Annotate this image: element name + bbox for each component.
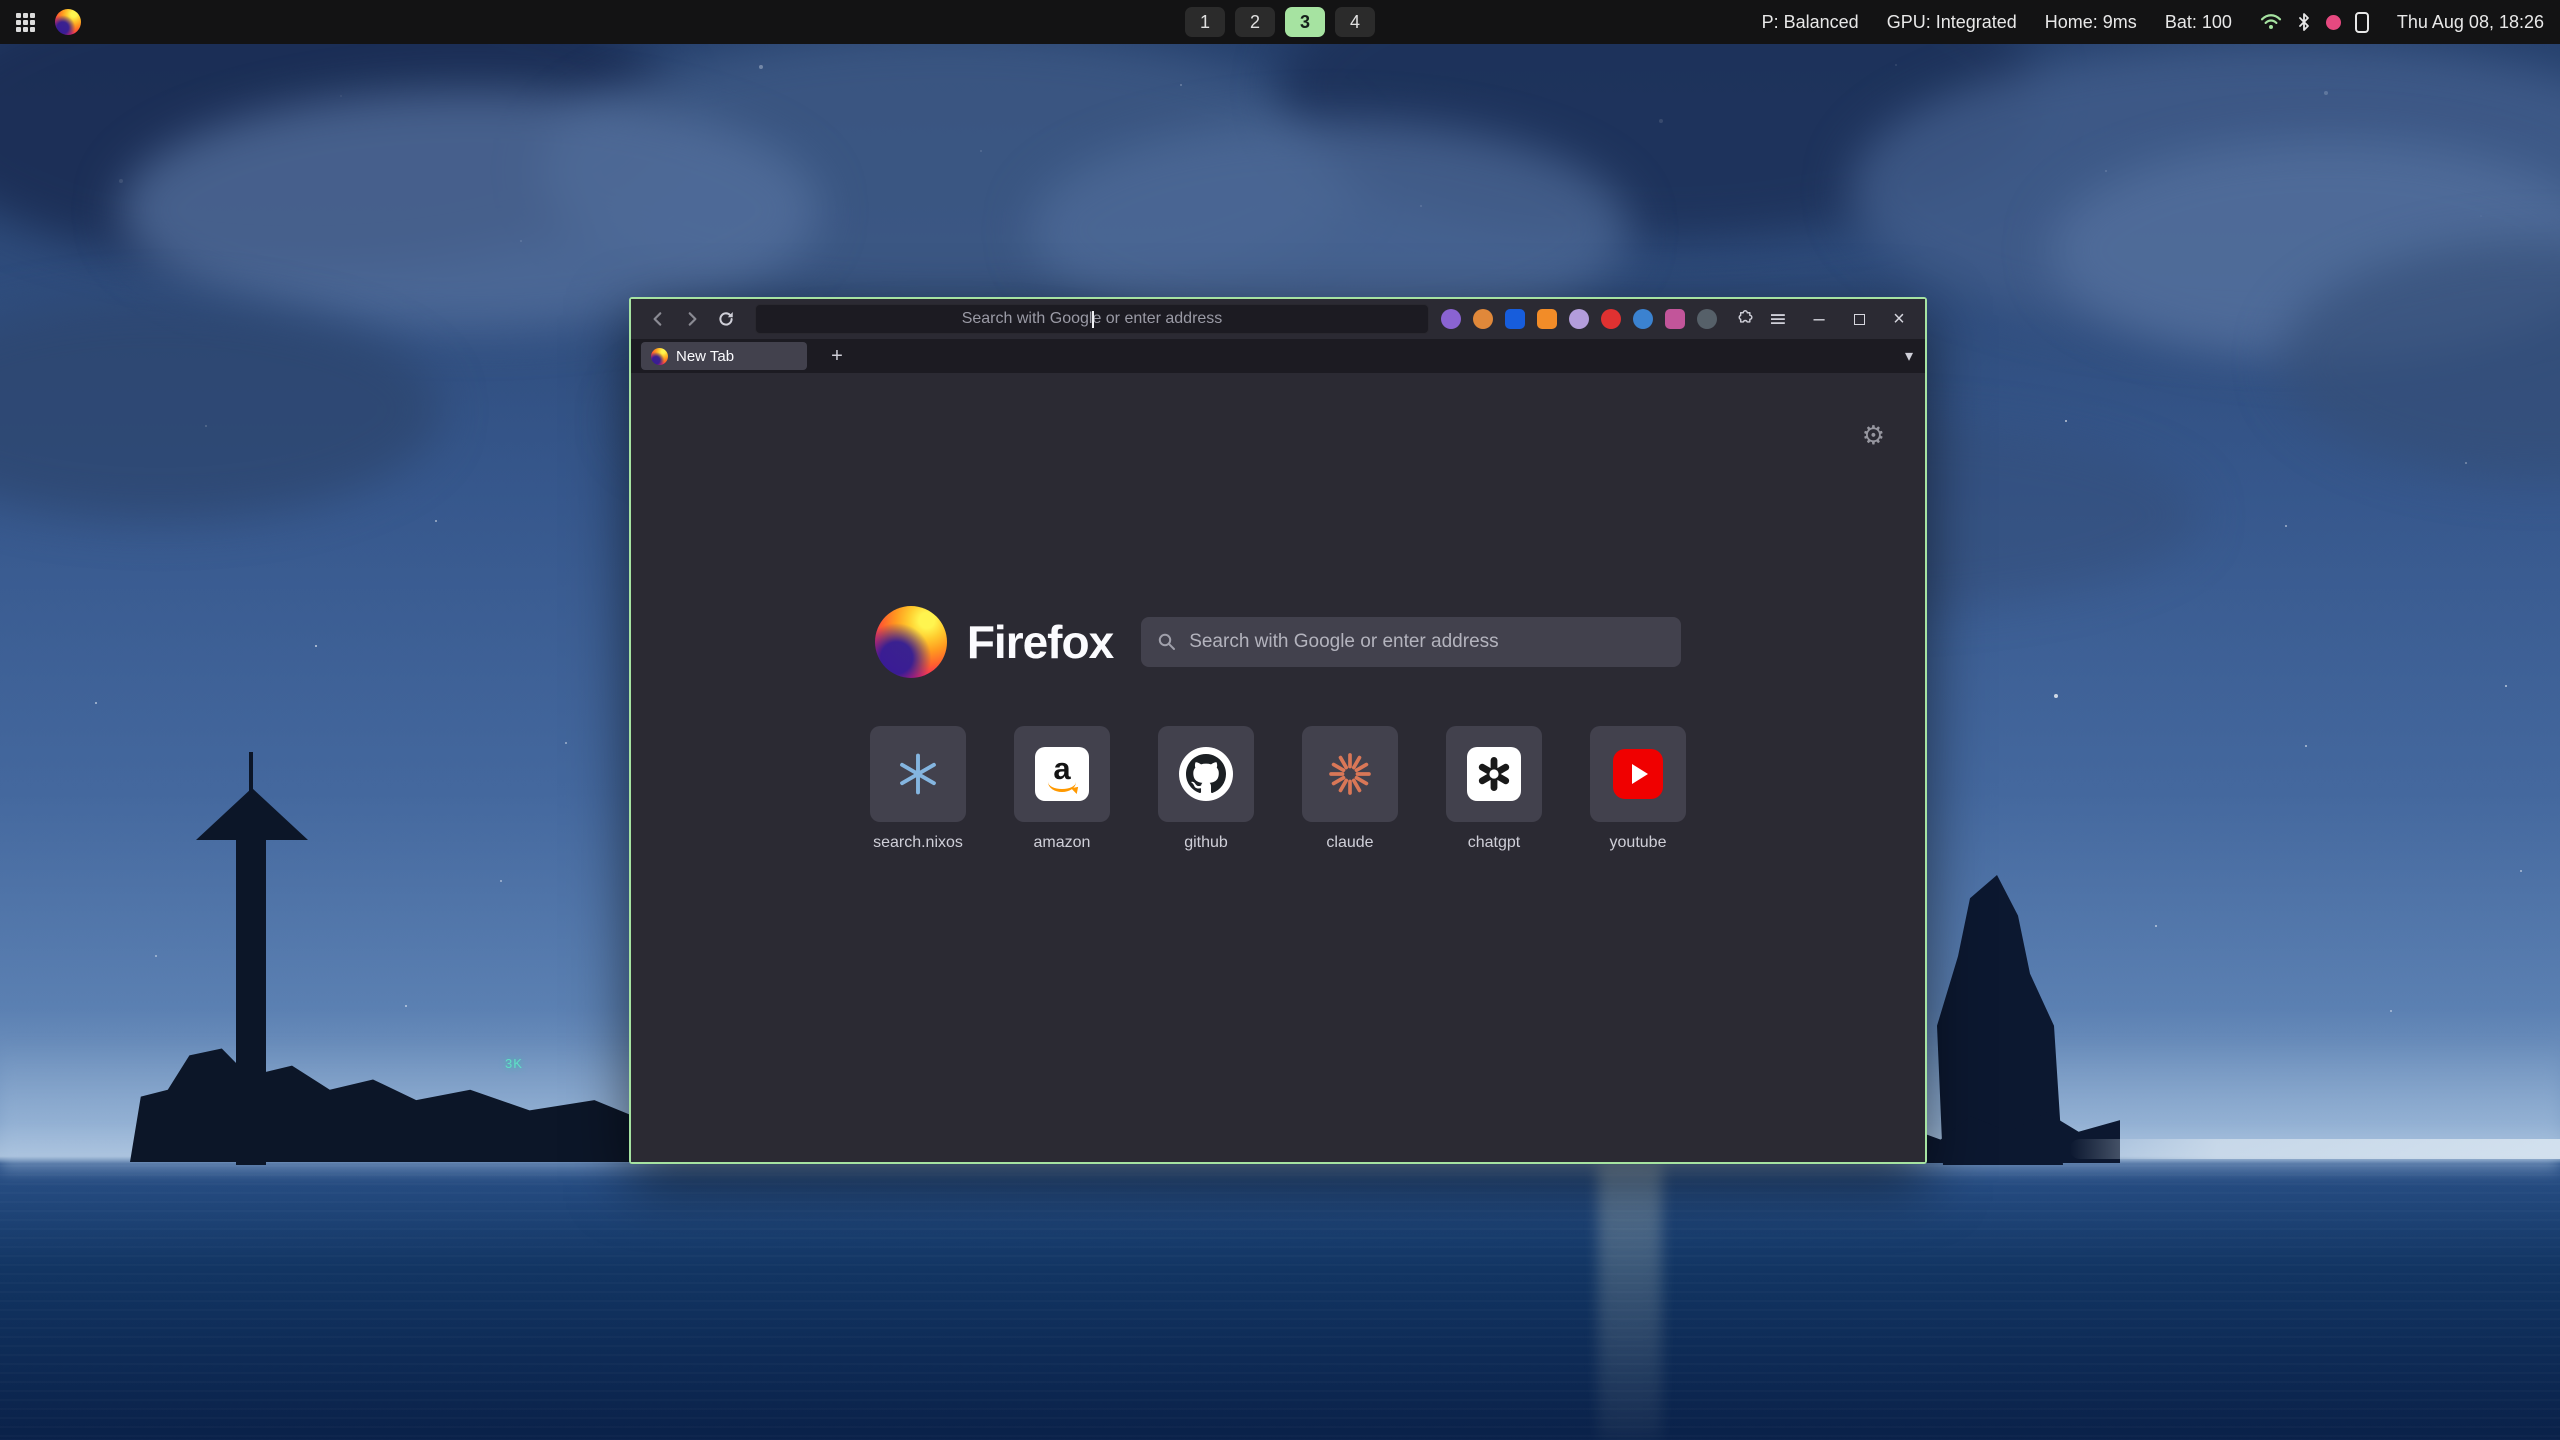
- shortcut-youtube[interactable]: youtube: [1566, 726, 1710, 852]
- status-bar: 1 2 3 4 P: Balanced GPU: Integrated Home…: [0, 0, 2560, 44]
- extension-icon-2[interactable]: [1473, 309, 1493, 329]
- extension-icon-4[interactable]: [1537, 309, 1557, 329]
- workspace-3-active[interactable]: 3: [1285, 7, 1325, 37]
- shortcut-chatgpt[interactable]: chatgpt: [1422, 726, 1566, 852]
- workspace-1[interactable]: 1: [1185, 7, 1225, 37]
- island-left: [130, 990, 670, 1162]
- watchtower-roof: [196, 788, 308, 840]
- shortcut-tiles: search.nixos a amazon: [846, 726, 1710, 852]
- newtab-search-input[interactable]: [1189, 631, 1665, 653]
- extension-icon-8[interactable]: [1665, 309, 1685, 329]
- status-modules: P: Balanced GPU: Integrated Home: 9ms Ba…: [1762, 12, 2544, 33]
- firefox-favicon: [651, 348, 668, 365]
- menu-hamburger-icon[interactable]: ≡: [1761, 304, 1795, 334]
- navigation-toolbar: ≡ – ×: [631, 299, 1925, 339]
- claude-starburst-icon: [1327, 751, 1373, 797]
- workspace-switcher: 1 2 3 4: [1185, 7, 1375, 37]
- shortcut-github[interactable]: github: [1134, 726, 1278, 852]
- extension-icon-3[interactable]: [1505, 309, 1525, 329]
- cloud: [2280, 240, 2560, 480]
- shortcut-label: amazon: [1034, 834, 1091, 852]
- nixos-snowflake-icon: [895, 751, 941, 797]
- search-icon: [1157, 632, 1177, 652]
- firefox-wordmark: Firefox: [967, 615, 1113, 669]
- extension-icon-5[interactable]: [1569, 309, 1589, 329]
- cloud: [120, 90, 820, 330]
- back-button[interactable]: [641, 304, 675, 334]
- extension-icon-9[interactable]: [1697, 309, 1717, 329]
- island-right: [1925, 875, 2075, 1165]
- shortcut-amazon[interactable]: a amazon: [990, 726, 1134, 852]
- forward-button[interactable]: [675, 304, 709, 334]
- extension-icon-7[interactable]: [1633, 309, 1653, 329]
- tray-icons: [2260, 12, 2369, 33]
- cloud: [1850, 40, 2560, 340]
- urlbar[interactable]: [755, 304, 1429, 334]
- watchtower-mast: [249, 752, 253, 796]
- battery-status: Bat: 100: [2165, 12, 2232, 33]
- workspace-2[interactable]: 2: [1235, 7, 1275, 37]
- extensions-puzzle-icon[interactable]: [1727, 304, 1761, 334]
- moon-reflection: [1598, 1162, 1662, 1440]
- reload-button[interactable]: [709, 304, 743, 334]
- sea-texture: [0, 1165, 2560, 1440]
- gpu-status: GPU: Integrated: [1887, 12, 2017, 33]
- shortcut-label: github: [1184, 834, 1228, 852]
- firefox-branding: Firefox: [875, 606, 1681, 678]
- tab-strip: New Tab + ▾: [631, 339, 1925, 373]
- minimize-button[interactable]: –: [1803, 304, 1835, 334]
- clock: Thu Aug 08, 18:26: [2397, 12, 2544, 33]
- window-controls: – ×: [1803, 304, 1915, 334]
- shortcut-label: chatgpt: [1468, 834, 1520, 852]
- firefox-logo: [875, 606, 947, 678]
- tab-title: New Tab: [676, 348, 734, 365]
- newtab-settings-gear-icon[interactable]: ⚙: [1862, 421, 1885, 451]
- island-sign: 3K: [505, 1056, 523, 1071]
- maximize-button[interactable]: [1843, 304, 1875, 334]
- shortcut-label: claude: [1326, 834, 1373, 852]
- text-caret: [1092, 311, 1094, 328]
- watchtower: [236, 835, 266, 1165]
- cloud: [2050, 140, 2560, 360]
- cloud: [540, 30, 1360, 310]
- network-latency-status: Home: 9ms: [2045, 12, 2137, 33]
- list-all-tabs-chevron-icon[interactable]: ▾: [1905, 346, 1913, 366]
- firefox-window: ≡ – × New Tab + ▾ ⚙ Firefox: [629, 297, 1927, 1164]
- extension-buttons: [1441, 309, 1717, 329]
- chatgpt-openai-icon: [1467, 747, 1521, 801]
- workspace-4[interactable]: 4: [1335, 7, 1375, 37]
- beach-sand: [2070, 1139, 2560, 1159]
- newtab-search-bar[interactable]: [1141, 617, 1681, 667]
- extension-icon-1[interactable]: [1441, 309, 1461, 329]
- amazon-icon: a: [1035, 747, 1089, 801]
- shortcut-label: youtube: [1610, 834, 1667, 852]
- extension-icon-6[interactable]: [1601, 309, 1621, 329]
- device-icon[interactable]: [2355, 12, 2369, 33]
- power-profile-status: P: Balanced: [1762, 12, 1859, 33]
- github-octocat-icon: [1179, 747, 1233, 801]
- close-button[interactable]: ×: [1883, 304, 1915, 334]
- wifi-icon[interactable]: [2260, 13, 2282, 31]
- firefox-tray-icon[interactable]: [55, 9, 81, 35]
- shortcut-search-nixos[interactable]: search.nixos: [846, 726, 990, 852]
- cloud: [0, 300, 440, 520]
- shortcut-claude[interactable]: claude: [1278, 726, 1422, 852]
- shortcut-label: search.nixos: [873, 834, 963, 852]
- tab-new-tab[interactable]: New Tab: [641, 342, 807, 370]
- new-tab-button[interactable]: +: [823, 342, 851, 370]
- newtab-page: ⚙ Firefox: [631, 373, 1925, 1162]
- color-indicator-icon[interactable]: [2326, 15, 2341, 30]
- youtube-play-icon: [1613, 749, 1663, 799]
- app-launcher-icon[interactable]: [16, 13, 35, 32]
- bluetooth-icon[interactable]: [2296, 12, 2312, 32]
